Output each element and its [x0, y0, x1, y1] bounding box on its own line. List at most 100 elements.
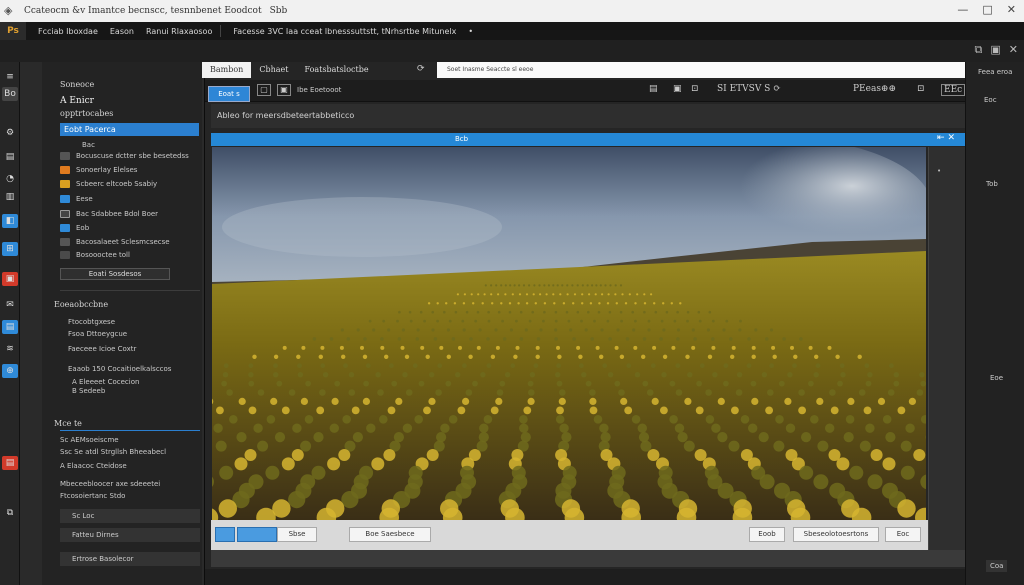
sidebar-group4-title: Mce te [54, 419, 82, 428]
menu-item-edit[interactable]: Eason [110, 27, 134, 36]
tool-settings-icon[interactable]: ⚙ [2, 126, 18, 140]
toolbar-icon-b[interactable]: ▣ [673, 84, 682, 94]
close-button[interactable]: ✕ [1007, 3, 1016, 16]
row-label: Bocuscuse dctter sbe besetedss [76, 152, 189, 160]
panel-restore-icon[interactable]: ⧉ [975, 43, 983, 57]
maximize-button[interactable]: □ [982, 3, 992, 16]
menu-item-view[interactable]: Ranui Rlaxaosoo [146, 27, 212, 36]
sidebar-row[interactable]: Bosoooctee toll [60, 249, 200, 261]
top-toolbar: ⧉ ▣ ✕ [0, 40, 1024, 62]
row-label: Bac Sdabbee Bdol Boer [76, 210, 159, 218]
strip-end-icons[interactable]: ⇤ ✕ [937, 133, 955, 143]
sidebar-bottom-row[interactable]: Fatteu Dirnes [60, 528, 200, 542]
panel-layout-icon[interactable]: ▣ [990, 43, 1000, 57]
app-icon: ◈ [4, 4, 13, 17]
toolbar-label: Ibe Eoetooot [297, 86, 342, 94]
sidebar-group3-item[interactable]: B Sedeeb [60, 385, 200, 397]
row-label: Sonoerlay Elelses [76, 166, 138, 174]
canvas-footer [211, 550, 965, 567]
bottom-blue-chip-2[interactable] [237, 527, 277, 542]
bottom-button-5[interactable]: Eoc [885, 527, 921, 542]
menu-item-file[interactable]: Fcciab Iboxdae [38, 27, 98, 36]
scroll-dot-icon: • [937, 167, 942, 175]
canvas-image[interactable] [212, 147, 926, 520]
sidebar-group4-item[interactable]: Ssc Se atdl Strgllsh Bheeabecl [60, 446, 200, 458]
status-bar [205, 569, 965, 585]
right-panel-item[interactable]: Tob [986, 180, 998, 188]
tool-mail-icon[interactable]: ✉ [2, 298, 18, 312]
row-swatch [60, 251, 70, 259]
tab-active[interactable]: Bambon [202, 62, 252, 78]
sidebar-row[interactable]: Eob [60, 222, 200, 234]
sidebar-divider-blue [60, 430, 200, 431]
vertical-scrollbar[interactable]: • [928, 147, 965, 567]
row-swatch [60, 195, 70, 203]
toolbar-icon-a[interactable]: ▤ [649, 84, 658, 94]
window-title-suffix: Sbb [269, 6, 288, 16]
tool-add-icon[interactable]: ⊕ [2, 364, 18, 378]
tool-frame-icon[interactable]: ▣ [277, 84, 291, 96]
sidebar-divider [60, 290, 200, 291]
sidebar-group4-item[interactable]: Mbeceebloocer axe sdeeetei [60, 478, 200, 490]
main-workspace: Bambon Cbhaet Foatsbatsloctbe ⟳ Soet Ina… [202, 62, 966, 569]
minimize-button[interactable]: — [957, 3, 968, 16]
tool-blue2-icon[interactable]: ⊞ [2, 242, 18, 256]
sidebar-row[interactable]: Sonoerlay Elelses [60, 164, 200, 176]
bottom-button-4[interactable]: Sbeseolotoesrtons [793, 527, 879, 542]
tool-image-icon[interactable]: ▢ [257, 84, 271, 96]
sidebar-group2-item[interactable]: Ftocobtgxese [60, 316, 200, 328]
tool-menu-icon[interactable]: ≡ [2, 70, 18, 84]
sidebar-subtitle: A Enicr [60, 96, 94, 106]
right-panel-item[interactable]: Eoe [990, 374, 1003, 382]
tool-bo-icon[interactable]: Bo [2, 87, 18, 101]
tab-second[interactable]: Cbhaet [251, 62, 296, 78]
toolbar-icon-c[interactable]: ⊡ [691, 84, 699, 94]
right-panel-item[interactable]: Feea eroa [978, 68, 1012, 76]
sidebar-selected-item[interactable]: Eobt Pacerca [60, 123, 199, 136]
menu-item-window[interactable]: Facesse 3VC Iaa cceat lbnesssuttstt, tNr… [233, 27, 456, 36]
tool-wave-icon[interactable]: ≋ [2, 342, 18, 356]
tool-red-icon[interactable]: ▣ [2, 272, 18, 286]
bottom-button-3[interactable]: Eoob [749, 527, 785, 542]
tab-third[interactable]: Foatsbatsloctbe [296, 62, 376, 78]
row-swatch [60, 180, 70, 188]
sidebar-group2-item[interactable]: Faeceee Icioe Coxtr [60, 343, 200, 355]
toolbar-icon-d[interactable]: ⊡ [917, 84, 925, 94]
sidebar-group2-item[interactable]: Fsoa Dttoeygcue [60, 328, 200, 340]
window-title: Ccateocm &v Imantce becnscc, tesnnbenet … [24, 6, 262, 16]
tool-grid-icon[interactable]: ▥ [2, 190, 18, 204]
sidebar-bottom-row[interactable]: Ertrose Basolecor [60, 552, 200, 566]
sidebar-row[interactable]: Bocuscuse dctter sbe besetedss [60, 150, 200, 162]
tool-layers-icon[interactable]: ▤ [2, 150, 18, 164]
right-panel: Feea eroa Eoc Tob Eoe Coa [965, 62, 1024, 585]
canvas-chip[interactable]: Bcb [455, 135, 468, 143]
bottom-blue-chip[interactable] [215, 527, 235, 542]
panel-close-icon[interactable]: ✕ [1009, 43, 1018, 57]
toolbar-icon-e[interactable]: EEc [941, 84, 966, 96]
bottom-button-1[interactable]: Sbse [277, 527, 317, 542]
sidebar-row[interactable]: Bac Sdabbee Bdol Boer [60, 208, 200, 220]
sidebar-row[interactable]: Eese [60, 193, 200, 205]
sidebar-bottom-row[interactable]: Sc Loc [60, 509, 200, 523]
right-panel-bottom[interactable]: Coa [986, 560, 1008, 572]
sidebar-row[interactable]: Scbeerc eltcoeb Ssabiy [60, 178, 200, 190]
primary-action-button[interactable]: Eoat s [208, 86, 250, 102]
sidebar-group4-item[interactable]: A Elaacoc Cteidose [60, 460, 200, 472]
sidebar-action-button[interactable]: Eoati Sosdesos [60, 268, 170, 280]
row-swatch [60, 166, 70, 174]
tool-panel-icon[interactable]: ▤ [2, 320, 18, 334]
bottom-button-2[interactable]: Boe Saesbece [349, 527, 431, 542]
tool-blue-icon[interactable]: ◧ [2, 214, 18, 228]
sidebar-row[interactable]: Bacosalaeet Sclesmcsecse [60, 236, 200, 248]
refresh-icon[interactable]: ⟳ [417, 64, 425, 74]
tool-red2-icon[interactable]: ▤ [2, 456, 18, 470]
row-swatch [60, 238, 70, 246]
tool-pie-icon[interactable]: ◔ [2, 172, 18, 186]
tool-copy-icon[interactable]: ⧉ [2, 506, 18, 520]
address-input[interactable]: Soet Inasme Seaccte sl eeoe [437, 62, 965, 78]
sidebar-group4-item[interactable]: Ftcosoiertanc Stdo [60, 490, 200, 502]
sidebar-group4-item[interactable]: Sc AEMsoeiscme [60, 434, 200, 446]
sidebar-group3-item[interactable]: Eaaob 150 Cocaitioelkalsccos [60, 363, 200, 375]
row-label: Bacosalaeet Sclesmcsecse [76, 238, 170, 246]
right-panel-item[interactable]: Eoc [984, 96, 997, 104]
